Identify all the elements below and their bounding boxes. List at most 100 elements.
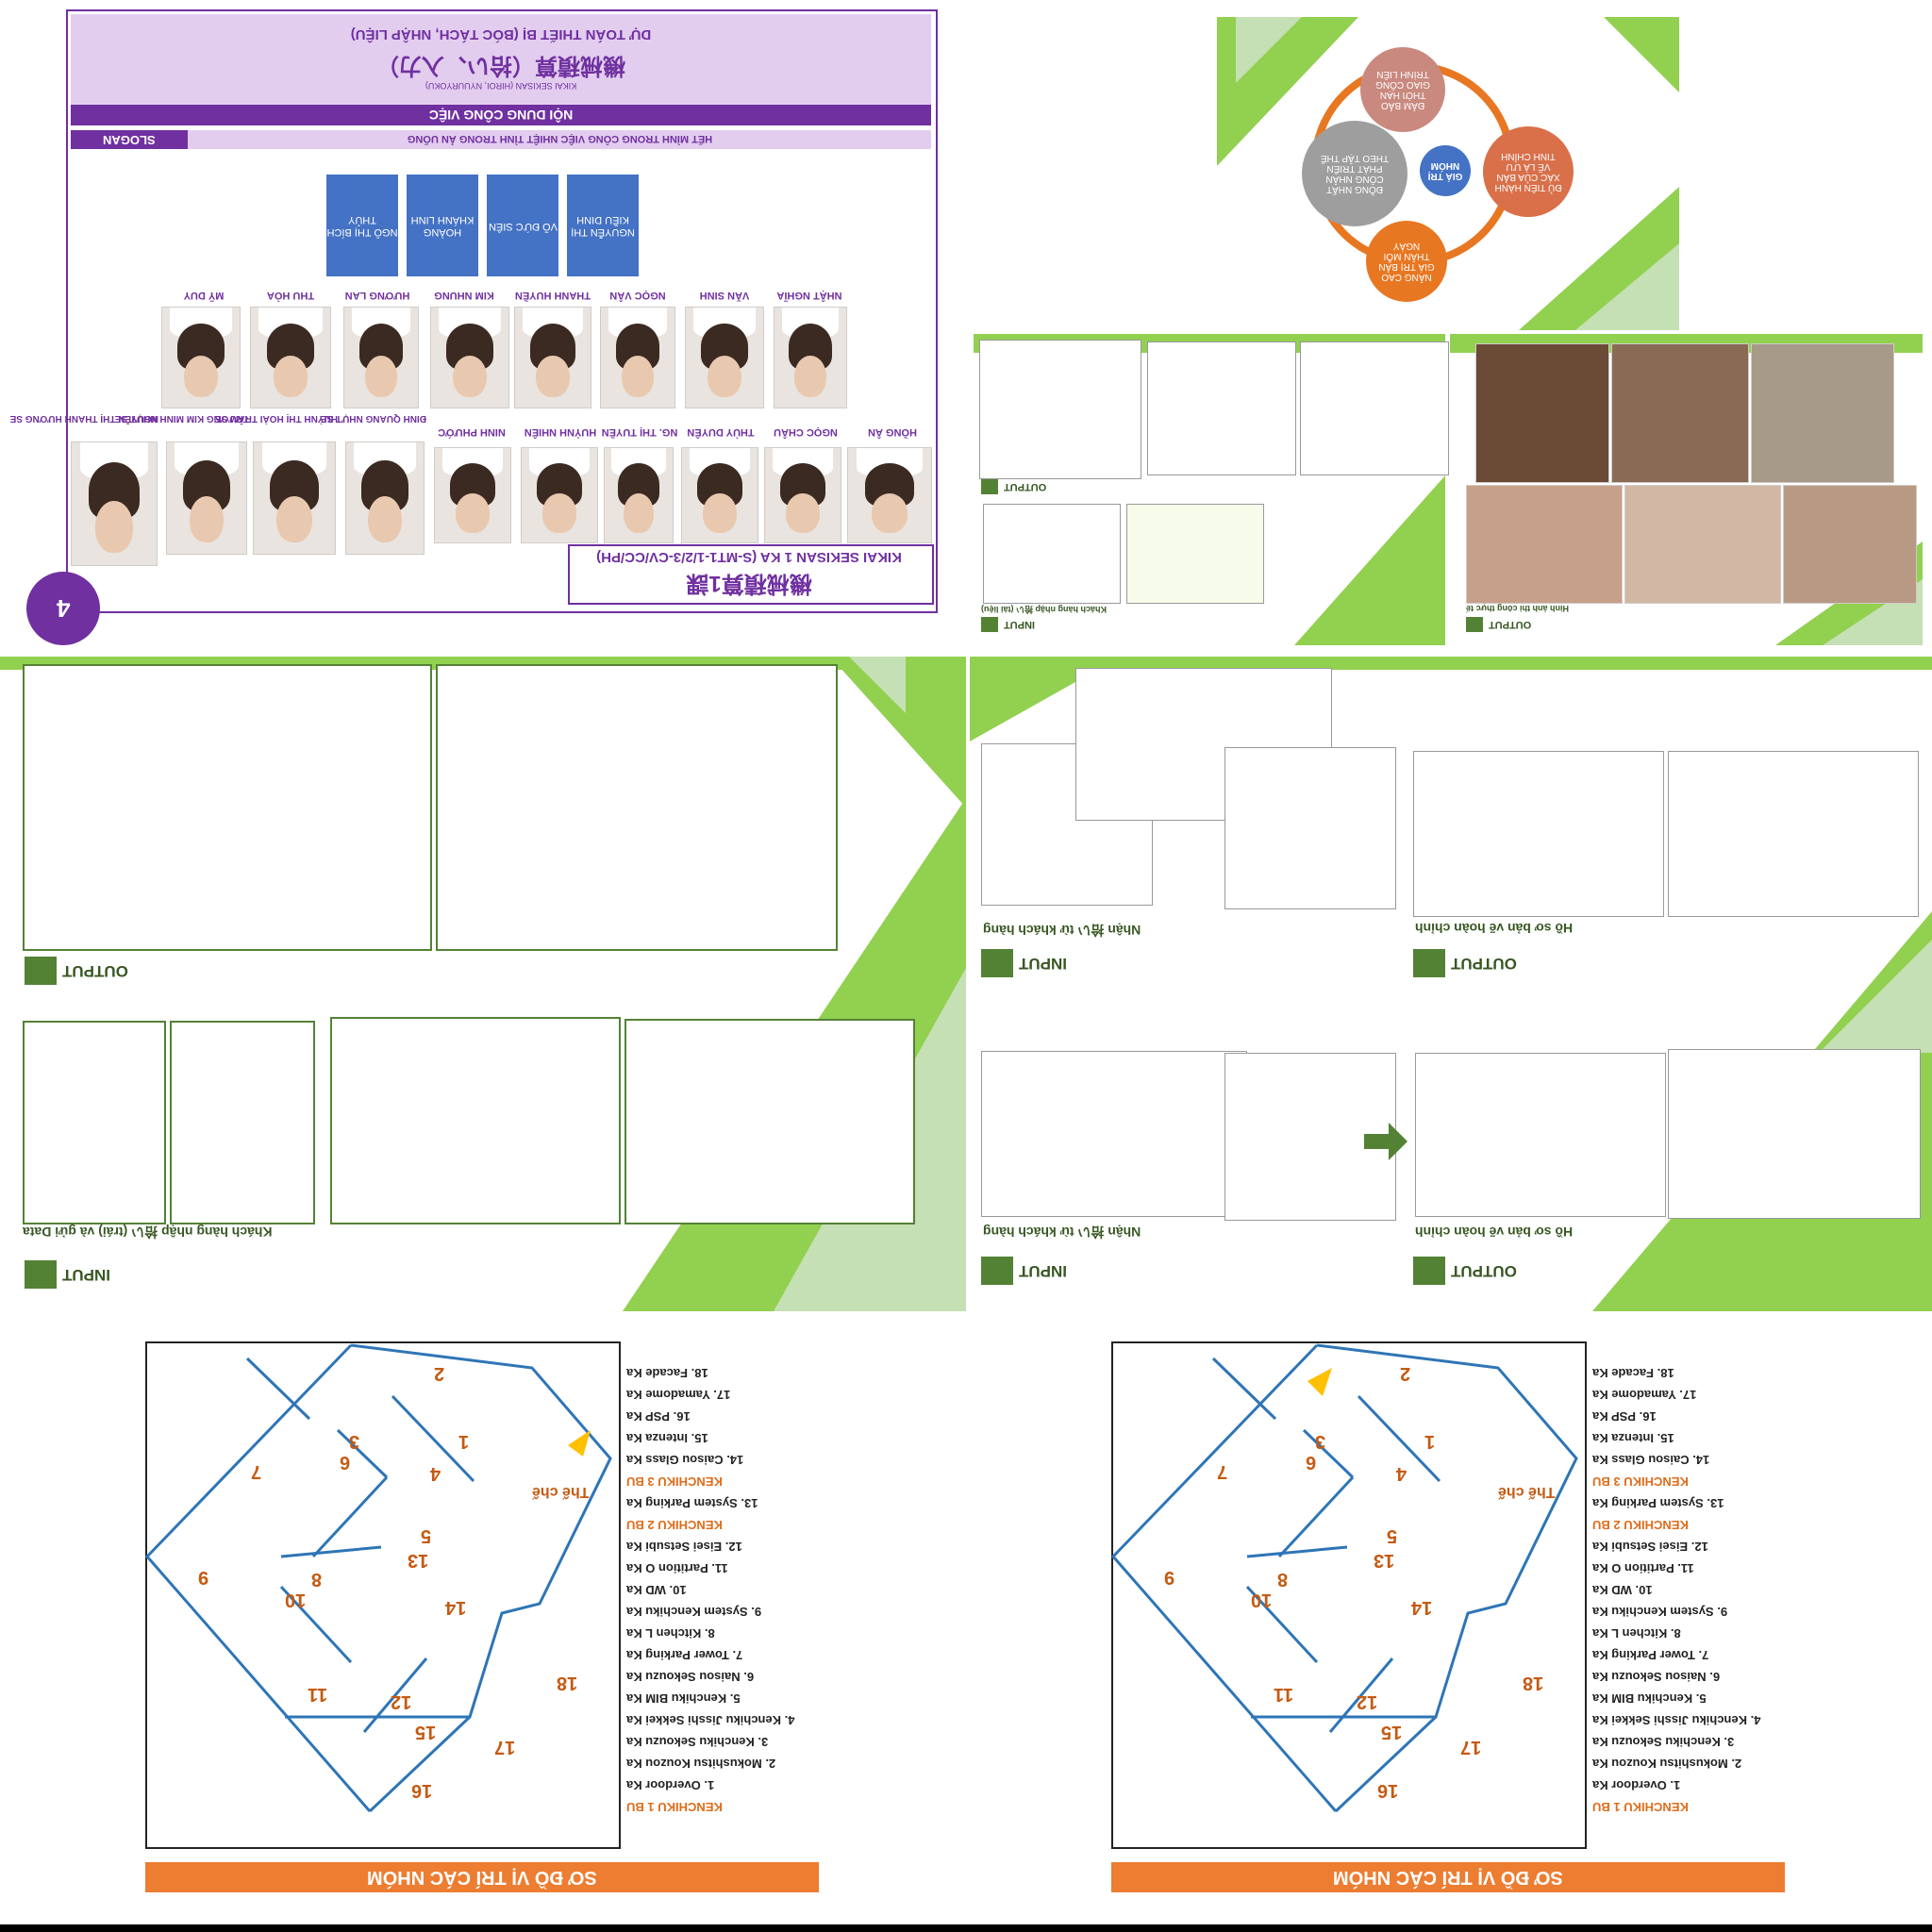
site-photo: [1466, 485, 1623, 604]
map-number: 3: [1315, 1431, 1326, 1452]
cycle-slide: ĐẢM BẢO THỜI HẠN GIAO CÔNG TRÌNH LIÊN ĐỦ…: [1217, 17, 1679, 330]
legend-item: 2. Mokushitsu Kouzou Ka: [626, 1757, 776, 1771]
member-photo: [685, 307, 764, 408]
input-caption: Nhận 拾い từ khách hàng: [983, 923, 1141, 938]
dept-code: KIKAI SEKISAN 1 KA (S-MT1-1/2/3-CV/CC/PH…: [596, 549, 902, 565]
legend-item: 14. Caisou Glass Ka: [626, 1453, 744, 1467]
legend-item: 8. Kitchen L Ka: [1592, 1626, 1681, 1641]
input-tag: INPUT: [981, 1257, 1067, 1285]
legend-item: 14. Caisou Glass Ka: [1592, 1453, 1710, 1467]
member-photo: [434, 447, 511, 543]
member-name: NGỌC VÂN: [609, 290, 666, 301]
legend-heading: KENCHIKU 2 BU: [1592, 1518, 1689, 1532]
map-banner: SƠ ĐỒ VỊ TRÍ CÁC NHÓM: [145, 1862, 819, 1892]
drawing-slide-c: Nhận 拾い từ khách hàng INPUT Hồ sơ bản vẽ…: [970, 657, 1932, 1311]
legend-item: 11. Partition O Ka: [626, 1561, 728, 1575]
map-number: 1: [458, 1431, 470, 1452]
member-name: THÙY DUYÊN: [687, 426, 755, 438]
output-drawing: [1668, 1049, 1921, 1219]
member-name: HUỲNH NHIÊN: [524, 426, 597, 438]
you-are-here-label: Thế chế: [532, 1484, 590, 1500]
member-name: NGỌC CHÂU: [774, 426, 838, 438]
map-number: 1: [1424, 1431, 1436, 1452]
drawing-thumb: [1147, 341, 1296, 475]
legend-item: 1. Overdoor Ka: [1592, 1778, 1681, 1792]
dept-jp: 機械積算1課: [686, 571, 812, 596]
map-number: 2: [434, 1363, 445, 1384]
legend-item: 4. Kenchiku Jisshi Sekkei Ka: [1592, 1713, 1761, 1727]
map-number: 8: [1277, 1569, 1289, 1590]
map-number: 6: [1306, 1452, 1317, 1473]
map-banner: SƠ ĐỒ VỊ TRÍ CÁC NHÓM: [1111, 1862, 1785, 1892]
legend-item: 5. Kenchiku BIM Ka: [626, 1691, 741, 1706]
drawing-slide-a: OUTPUT Khách hàng nhập 拾い (tài liệu) INP…: [974, 334, 1923, 645]
legend-item: 17. Yamadome Ka: [626, 1388, 731, 1402]
map-number: 13: [1374, 1550, 1395, 1571]
page-number-badge: 4: [26, 572, 100, 645]
input-caption: Khách hàng nhập 拾い (trái) và gửi Data: [23, 1224, 273, 1240]
value-box-1: NGÔ THỊ BÍCH THỦY: [326, 175, 398, 276]
map-number: 12: [391, 1691, 412, 1712]
legend-heading: KENCHIKU 1 BU: [626, 1800, 723, 1814]
member-photo: [71, 441, 158, 566]
map-number: 14: [445, 1597, 467, 1618]
value-box-2: HOÀNG KHÁNH LINH: [407, 175, 478, 276]
member-name: HƯƠNG LAN: [344, 290, 410, 301]
drawing-thumb: [1126, 504, 1264, 604]
member-name: ĐINH QUANG NHỰT SE: [320, 413, 426, 424]
member-photo: [250, 307, 331, 408]
map-number: 9: [198, 1567, 209, 1588]
site-photo: [1475, 343, 1609, 483]
legend-item: 6. Naisou Sekouzu Ka: [1592, 1670, 1721, 1684]
output-tag: OUTPUT: [1413, 1257, 1517, 1285]
input-caption: Khách hàng nhập 拾い (tài liệu): [981, 605, 1108, 614]
legend-item: 7. Tower Parking Ka: [626, 1648, 743, 1662]
map-number: 14: [1411, 1597, 1433, 1618]
slogan-label: SLOGAN: [103, 133, 156, 147]
map-number: 5: [421, 1525, 432, 1546]
legend-item: 5. Kenchiku BIM Ka: [1592, 1691, 1707, 1706]
content-label: NỘI DUNG CÔNG VIỆC: [428, 108, 574, 123]
bottom-bar: [0, 1924, 1932, 1932]
legend-item: 7. Tower Parking Ka: [1592, 1648, 1709, 1662]
arrow-right-icon: [1364, 1123, 1407, 1160]
title-jp: 機械積算（拾い、入力）: [376, 53, 625, 78]
drawing-thumb: [979, 340, 1141, 479]
site-photo: [1611, 343, 1749, 483]
output-drawing: [1668, 751, 1919, 917]
you-are-here-label: Thế chế: [1498, 1484, 1556, 1500]
member-photo: [774, 307, 847, 408]
map-number: 13: [408, 1550, 429, 1571]
input-drawing: [1224, 747, 1396, 909]
slogan-tag: SLOGAN: [71, 130, 188, 149]
input-tag: INPUT: [981, 617, 1035, 632]
slogan-text: HẾT MÌNH TRONG CÔNG VIỆC NHIỆT TÌNH TRON…: [407, 133, 713, 144]
legend-list: 18. Facade Ka 17. Yamadome Ka 16. PSP Ka…: [1592, 1366, 1790, 1814]
floor-map-right: Thế chế 1 2 3 4 5 6 7 8 9 10 11 12 13 14…: [1108, 1340, 1796, 1896]
legend-item: 9. System Kenchiku Ka: [1592, 1605, 1728, 1619]
legend-item: 17. Yamadome Ka: [1592, 1388, 1697, 1402]
floor-map-left: Thế chế 1 2 3 4 5 6 7 8 9 10 11 12 13 14…: [142, 1340, 830, 1896]
page-number: 4: [56, 594, 71, 623]
input-caption: Nhận 拾い từ khách hàng: [983, 1224, 1141, 1240]
legend-item: 18. Facade Ka: [626, 1366, 708, 1380]
map-number: 10: [1251, 1590, 1273, 1610]
detail-drawing: [436, 664, 838, 951]
member-photo: [343, 307, 419, 408]
input-doc: [625, 1019, 915, 1224]
map-number: 7: [1217, 1461, 1228, 1482]
drawing-slide-b: OUTPUT Khách hàng nhập 拾い (trái) và gửi …: [0, 657, 966, 1311]
legend-item: 10. WD Ka: [1592, 1583, 1653, 1597]
member-name: NHẬT NGHĨA: [776, 290, 842, 301]
member-photo: [253, 441, 336, 555]
legend-item: 18. Facade Ka: [1592, 1366, 1674, 1380]
map-number: 4: [430, 1463, 441, 1484]
legend-item: 12. Eisei Setsubi Ka: [626, 1540, 742, 1554]
legend-item: 8. Kitchen L Ka: [626, 1626, 715, 1641]
site-photo: [1624, 485, 1781, 604]
site-photo: [1751, 343, 1894, 483]
output-caption: Hồ sơ bản vẽ hoàn chỉnh: [1415, 1224, 1574, 1240]
member-name: THU HÒA: [266, 290, 315, 301]
output-caption: Hồ sơ bản vẽ hoàn chỉnh: [1415, 921, 1574, 936]
member-name: VĂN SINH: [699, 290, 750, 301]
